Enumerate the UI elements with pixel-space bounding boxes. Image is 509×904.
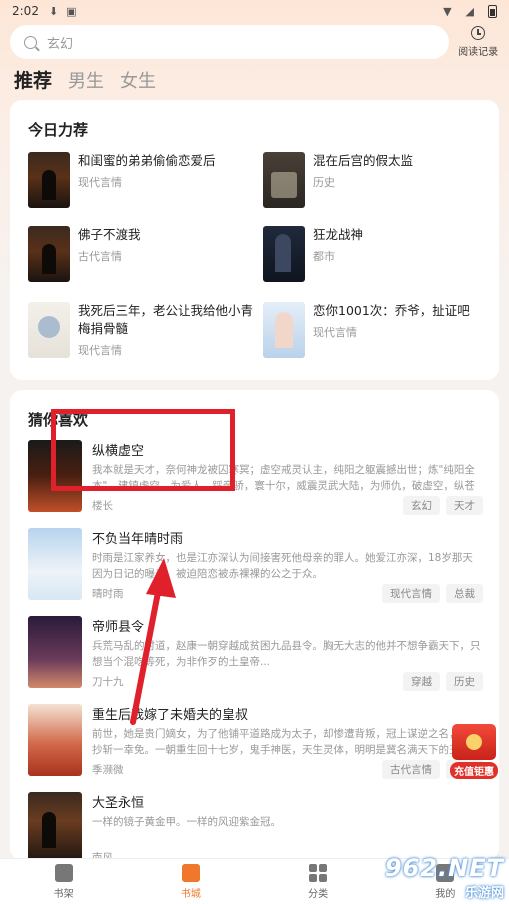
nav-label: 书城 — [180, 888, 201, 900]
annotation-arrow-icon — [130, 558, 176, 725]
nav-label: 书架 — [53, 888, 74, 900]
site-watermark: 962.NET 乐游网 — [370, 852, 504, 902]
red-envelope-icon — [452, 724, 496, 760]
promo-label: 充值钜惠 — [450, 762, 498, 779]
watermark-site-name: 乐游网 — [464, 885, 504, 901]
category-grid-icon — [309, 863, 328, 882]
bookshelf-icon — [54, 863, 73, 882]
recharge-promo-button[interactable]: 充值钜惠 — [444, 724, 504, 784]
nav-label: 分类 — [308, 888, 329, 900]
watermark-logo-text: 962.NET — [384, 853, 504, 882]
home-icon — [181, 863, 200, 882]
nav-category[interactable]: 分类 — [278, 863, 358, 900]
nav-bookshelf[interactable]: 书架 — [24, 863, 104, 900]
nav-bookstore[interactable]: 书城 — [151, 863, 231, 900]
